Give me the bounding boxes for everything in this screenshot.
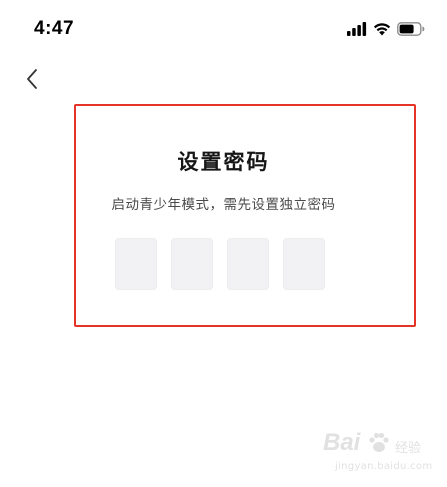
status-bar: 4:47 <box>0 0 447 60</box>
baidu-jingyan-watermark: Bai 经验 jingyan.baidu.com <box>323 425 433 479</box>
page-subtitle: 启动青少年模式，需先设置独立密码 <box>111 197 336 213</box>
pin-digit-4[interactable] <box>283 238 325 290</box>
paw-icon <box>367 431 391 459</box>
pin-digit-2[interactable] <box>171 238 213 290</box>
cellular-signal-icon <box>347 21 367 40</box>
status-time: 4:47 <box>34 18 75 39</box>
wifi-icon <box>373 21 391 40</box>
page-title: 设置密码 <box>177 150 270 174</box>
chevron-left-icon <box>22 69 48 98</box>
back-button[interactable] <box>22 64 48 94</box>
pin-digit-1[interactable] <box>115 238 157 290</box>
highlight-annotation-box <box>74 104 416 327</box>
pin-digit-3[interactable] <box>227 238 269 290</box>
pin-input-group[interactable] <box>115 238 325 290</box>
watermark-product: 经验 <box>395 441 422 456</box>
watermark-url: jingyan.baidu.com <box>335 461 433 472</box>
status-icons <box>347 21 425 40</box>
battery-icon <box>397 21 425 40</box>
watermark-brand: Bai <box>323 429 361 456</box>
